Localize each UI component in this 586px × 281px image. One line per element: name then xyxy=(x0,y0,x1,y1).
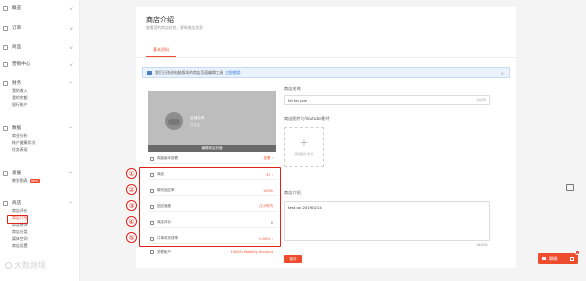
chat-side-icon[interactable] xyxy=(565,182,574,191)
media-upload-button[interactable]: + 添加图片/影片 xyxy=(284,127,324,167)
chat-button[interactable]: 聊聊 1 xyxy=(538,250,580,264)
chat-badge: 1 xyxy=(575,250,580,255)
stat-row-products[interactable]: 商品 47 › xyxy=(148,170,276,180)
shop-name-blurred: 店铺名称 xyxy=(190,116,205,120)
watermark-logo-icon xyxy=(5,262,12,269)
sidebar-item-tutorial[interactable]: 教学图表 NEW xyxy=(0,177,80,184)
page-subtitle: 查看您的商店状态，更新商店信息 xyxy=(146,25,203,30)
data-icon xyxy=(3,125,8,131)
description-label: 商店介绍 xyxy=(284,190,301,195)
sidebar-item-bank-account[interactable]: 银行帐户 xyxy=(0,101,80,108)
stat-row-chat-response: 聊天回应率 100% xyxy=(148,186,276,196)
chevron-down-icon: v xyxy=(69,25,73,31)
view-desktop-row[interactable]: 电脑版本查看 查看 › xyxy=(148,154,276,164)
notice-banner: 我们已改进电脑版本的商店页面编辑工具 立即使用 × xyxy=(142,67,510,78)
active-item-highlight xyxy=(7,215,28,224)
star-icon xyxy=(150,220,154,225)
marketing-icon xyxy=(3,61,8,67)
sidebar-section-overview[interactable]: 概览 v xyxy=(0,4,80,12)
chevron-up-icon: ^ xyxy=(68,80,73,86)
sidebar-section-shop: 商店 ^ 商店评价 商店介绍 商店装饰 商店分类 媒体空间 商店设置 xyxy=(0,199,80,249)
stat-row-unfulfilled-rate[interactable]: 订单未完成率 0.00% › xyxy=(148,234,276,244)
tabs-divider xyxy=(136,57,516,58)
overview-icon xyxy=(3,5,8,11)
shop-cover: 店铺名称 已关注 xyxy=(148,91,276,145)
name-char-count: 10/30 xyxy=(476,98,486,102)
chat-bubble-icon xyxy=(542,256,546,261)
shop-name-label: 商店名称 xyxy=(284,86,301,91)
chevron-down-icon: v xyxy=(69,61,73,67)
stat-row-shop-rating: 商店评价 0 xyxy=(148,218,276,228)
orders-icon xyxy=(3,25,8,31)
notice-text: 我们已改进电脑版本的商店页面编辑工具 xyxy=(155,69,224,75)
sidebar: 概览 v 订单 v 商品 v 营销中心 v 财务 ^ 我的收入 我的余额 银行帐户 数据 ^… xyxy=(0,0,80,281)
sidebar-item-balance[interactable]: 我的余额 xyxy=(0,94,80,101)
product-icon xyxy=(150,172,154,177)
growth-icon xyxy=(3,170,8,176)
chevron-down-icon: v xyxy=(69,5,73,11)
chat-icon xyxy=(150,188,154,193)
close-icon[interactable]: × xyxy=(501,71,504,76)
sidebar-item-shop-rating[interactable]: 商店评价 xyxy=(0,207,80,214)
shop-avatar xyxy=(165,112,183,130)
new-badge: NEW xyxy=(29,179,40,183)
clock-icon xyxy=(150,204,154,209)
chevron-down-icon: v xyxy=(69,44,73,50)
stat-row-linked-account: 关联帐户 1000% Mobility Account xyxy=(148,247,276,257)
chevron-up-icon: ^ xyxy=(68,200,73,206)
sidebar-section-products[interactable]: 商品 v xyxy=(0,43,80,51)
sidebar-item-income[interactable]: 我的收入 xyxy=(0,87,80,94)
marker-4: ④ xyxy=(126,216,137,227)
desktop-icon xyxy=(150,156,154,161)
description-textarea[interactable]: test on 20190214 xyxy=(284,201,490,241)
chevron-up-icon: ^ xyxy=(68,170,73,176)
watermark: 大数跨境 xyxy=(5,260,46,271)
save-button[interactable]: 保存 xyxy=(284,255,302,263)
main-card: 商店介绍 查看您的商店状态，更新商店信息 基本资料 我们已改进电脑版本的商店页面… xyxy=(126,7,516,268)
page-title: 商店介绍 xyxy=(146,16,174,24)
description-char-count: 16/500 xyxy=(476,243,488,247)
marker-5: ⑤ xyxy=(126,232,137,243)
edit-cover-button[interactable]: 编辑商店封面 xyxy=(148,145,276,152)
sidebar-item-shop-category[interactable]: 商店分类 xyxy=(0,228,80,235)
shop-name-input[interactable]: fai fai yue 10/30 xyxy=(284,95,490,105)
sidebar-section-orders[interactable]: 订单 v xyxy=(0,24,80,32)
marker-2: ② xyxy=(126,184,137,195)
notice-link[interactable]: 立即使用 xyxy=(225,70,240,76)
expand-icon xyxy=(570,256,574,261)
sidebar-section-growth: 发展 ^ 教学图表 NEW xyxy=(0,169,80,184)
sidebar-item-task-performance[interactable]: 任务表现 xyxy=(0,146,80,153)
finance-icon xyxy=(3,80,8,86)
sidebar-section-marketing[interactable]: 营销中心 v xyxy=(0,60,80,68)
sidebar-item-media-space[interactable]: 媒体空间 xyxy=(0,235,80,242)
products-icon xyxy=(3,44,8,50)
stat-row-response-time: 回应速度 几小时内 xyxy=(148,202,276,212)
sidebar-item-account-health[interactable]: 帐户健康状况 xyxy=(0,139,80,146)
link-icon xyxy=(150,250,154,254)
sidebar-section-finance: 财务 ^ 我的收入 我的余额 银行帐户 xyxy=(0,79,80,108)
marker-1: ① xyxy=(126,168,137,179)
view-link[interactable]: 查看 › xyxy=(263,156,273,161)
sidebar-item-business-insights[interactable]: 商业分析 xyxy=(0,132,80,139)
sidebar-section-data: 数据 ^ 商业分析 帐户健康状况 任务表现 xyxy=(0,124,80,153)
chevron-up-icon: ^ xyxy=(68,125,73,131)
media-label: 商店图片与Youtube影片 xyxy=(284,116,331,121)
sidebar-item-shop-settings[interactable]: 商店设置 xyxy=(0,242,80,249)
marker-3: ③ xyxy=(126,200,137,211)
shop-followers-blurred: 已关注 xyxy=(190,123,200,127)
tab-basic-info[interactable]: 基本资料 xyxy=(146,47,176,53)
plus-icon: + xyxy=(299,136,309,149)
order-icon xyxy=(150,236,154,241)
monitor-icon xyxy=(147,70,152,75)
shop-icon xyxy=(3,200,8,206)
